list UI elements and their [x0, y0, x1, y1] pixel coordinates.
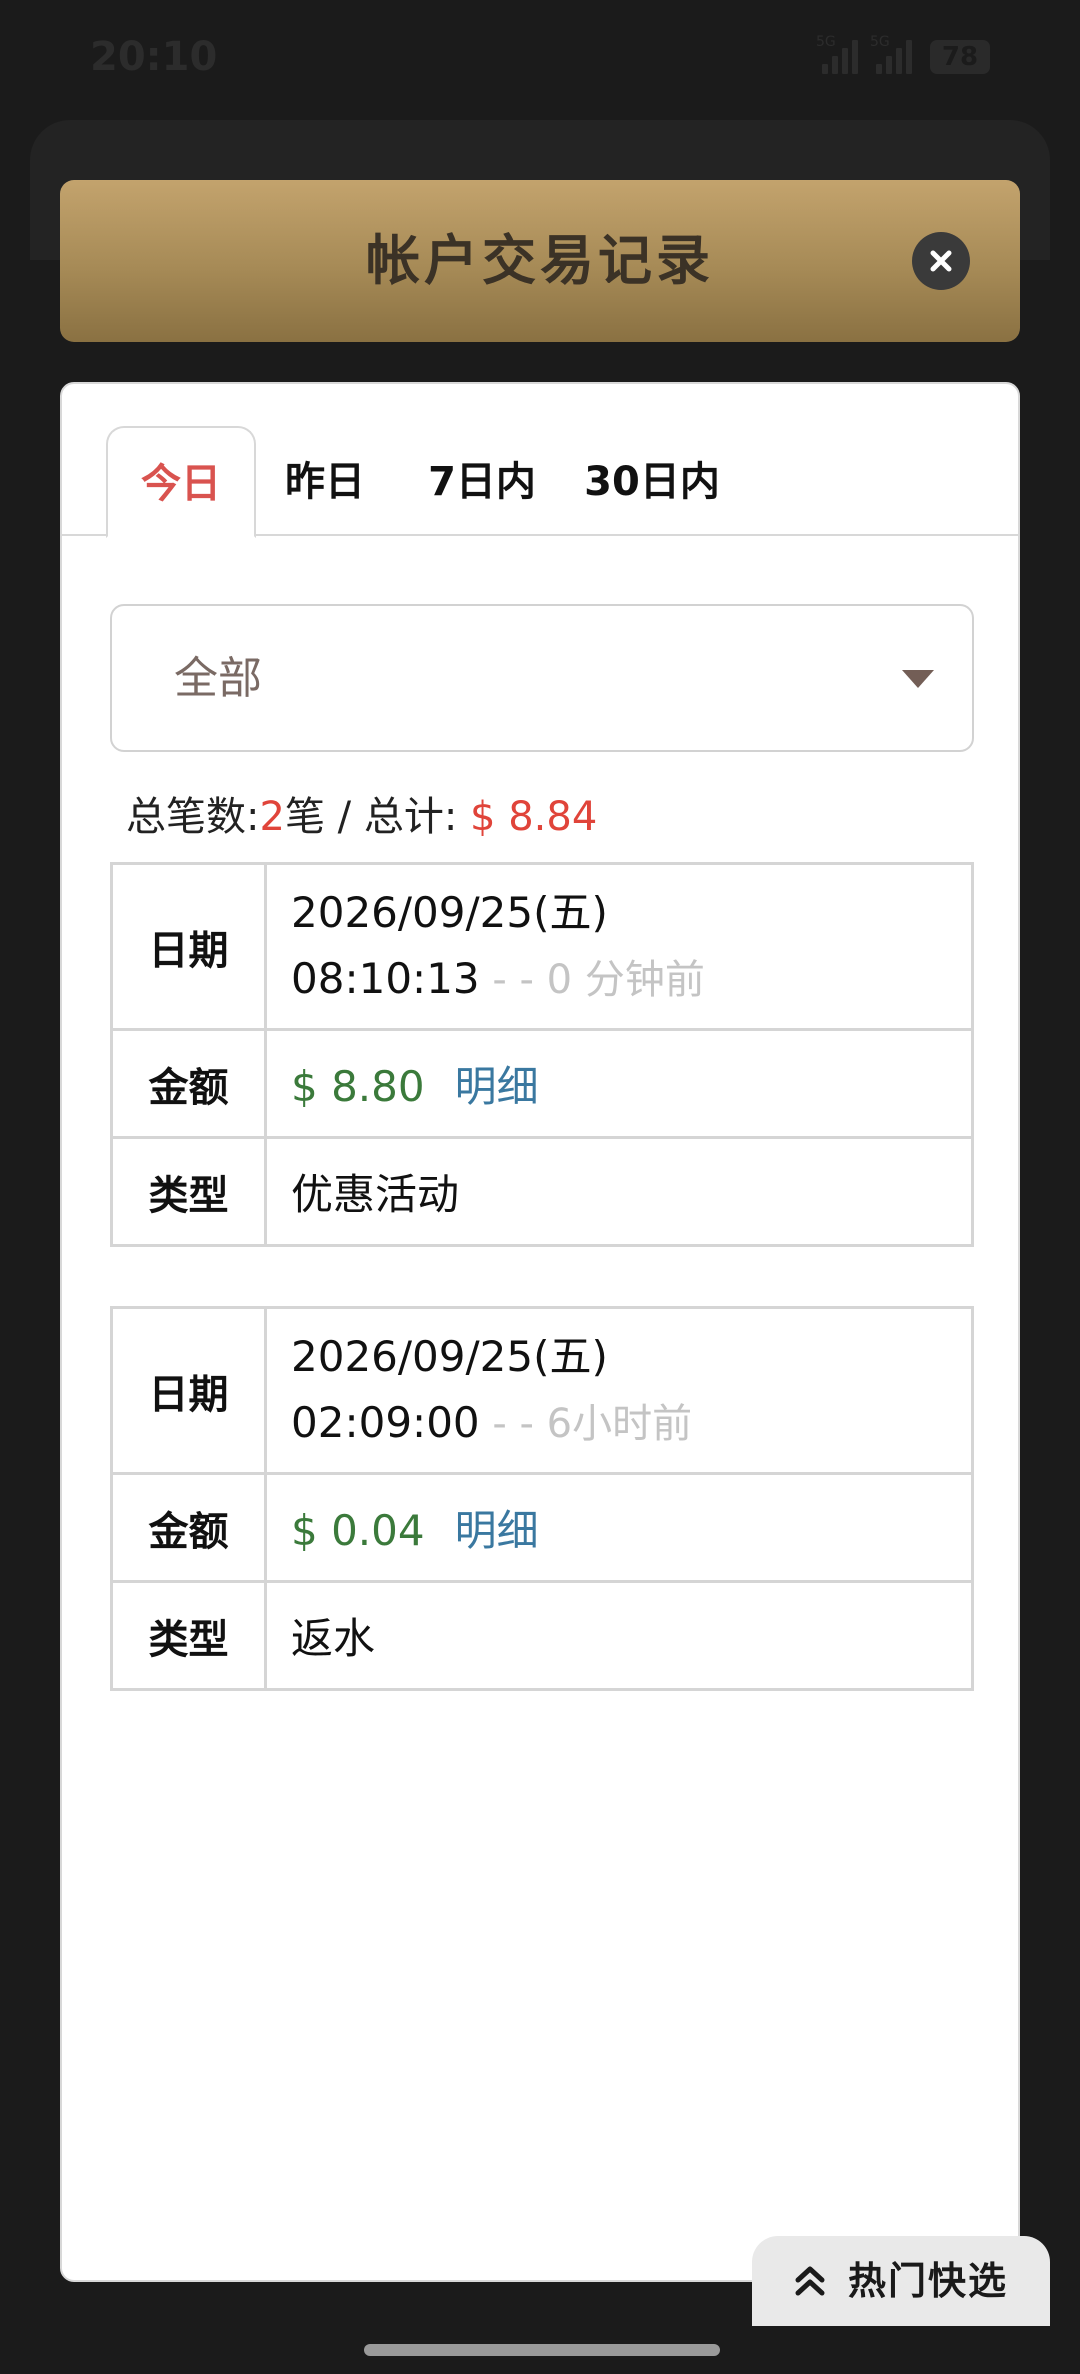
amount-key: 金额	[110, 1472, 267, 1583]
amount-cell: $ 8.80 明细	[264, 1028, 974, 1139]
date-cell: 2026/09/25(五) 02:09:00 - - 6小时前	[264, 1306, 974, 1475]
signal-label: 5G	[870, 34, 890, 50]
modal-body: 今日 昨日 7日内 30日内 全部 总笔数:2笔 / 总计: $ 8.84 日期…	[60, 382, 1020, 2282]
type-key: 类型	[110, 1136, 267, 1247]
battery-icon: 78	[930, 40, 990, 74]
record-time: 08:10:13	[291, 954, 480, 1003]
record-amount: $ 8.80	[291, 1062, 425, 1111]
type-filter-select[interactable]: 全部	[110, 604, 974, 752]
home-indicator[interactable]	[364, 2344, 720, 2356]
record-type: 返水	[264, 1580, 974, 1691]
record-date: 2026/09/25(五)	[291, 888, 608, 937]
tab-today[interactable]: 今日	[106, 426, 256, 538]
record-count: 2	[259, 794, 285, 840]
filter-selected-value: 全部	[174, 653, 262, 704]
record-type: 优惠活动	[264, 1136, 974, 1247]
date-key: 日期	[110, 862, 267, 1031]
date-key: 日期	[110, 1306, 267, 1475]
type-key: 类型	[110, 1580, 267, 1691]
detail-link[interactable]: 明细	[455, 1506, 539, 1555]
record-amount: $ 0.04	[291, 1506, 425, 1555]
status-bar: 20:10 5G 5G 78	[0, 0, 1080, 120]
record-time: 02:09:00	[291, 1398, 480, 1447]
status-time: 20:10	[90, 34, 218, 80]
summary-separator: /	[324, 794, 364, 840]
record-time-ago: - - 6小时前	[479, 1401, 693, 1447]
app-root: 20:10 5G 5G 78 帐户交易记录 今日 昨日 7日内 30日内 全部 …	[0, 0, 1080, 2374]
amount-cell: $ 0.04 明细	[264, 1472, 974, 1583]
transaction-record: 日期 2026/09/25(五) 08:10:13 - - 0 分钟前 金额 $…	[110, 862, 974, 1247]
amount-key: 金额	[110, 1028, 267, 1139]
summary-line: 总笔数:2笔 / 总计: $ 8.84	[126, 784, 597, 850]
date-cell: 2026/09/25(五) 08:10:13 - - 0 分钟前	[264, 862, 974, 1031]
caret-down-icon	[902, 670, 934, 688]
count-label: 总笔数:	[126, 794, 260, 840]
tab-7-days[interactable]: 7日内	[412, 426, 552, 538]
tab-yesterday[interactable]: 昨日	[260, 426, 390, 538]
modal-header: 帐户交易记录	[60, 180, 1020, 342]
close-icon	[930, 250, 952, 272]
record-date: 2026/09/25(五)	[291, 1332, 608, 1381]
signal-icon: 5G	[816, 34, 858, 74]
total-label: 总计:	[363, 794, 458, 840]
status-icons: 5G 5G 78	[816, 34, 990, 74]
close-button[interactable]	[912, 232, 970, 290]
modal-title: 帐户交易记录	[366, 229, 714, 292]
transaction-record: 日期 2026/09/25(五) 02:09:00 - - 6小时前 金额 $ …	[110, 1306, 974, 1691]
hot-quick-select-button[interactable]: 热门快选	[752, 2236, 1050, 2326]
total-amount: $ 8.84	[470, 794, 598, 840]
signal-icon: 5G	[870, 34, 912, 74]
double-chevron-up-icon	[795, 2266, 825, 2296]
tab-30-days[interactable]: 30日内	[572, 426, 732, 538]
period-tabs: 今日 昨日 7日内 30日内	[62, 384, 1018, 538]
count-unit: 笔	[284, 794, 325, 840]
signal-label: 5G	[816, 34, 836, 50]
detail-link[interactable]: 明细	[455, 1062, 539, 1111]
record-time-ago: - - 0 分钟前	[479, 957, 705, 1003]
hot-quick-select-label: 热门快选	[848, 2259, 1009, 2303]
